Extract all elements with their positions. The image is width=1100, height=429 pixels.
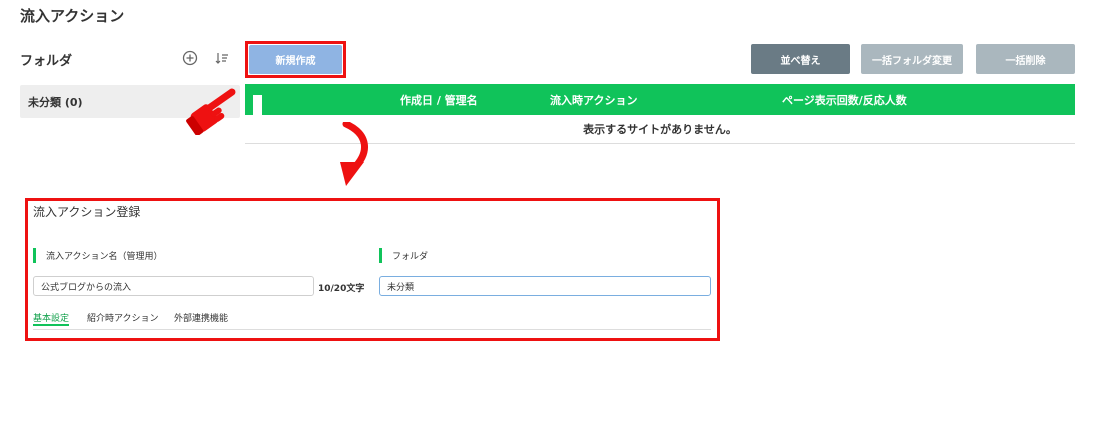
tab-referral-action[interactable]: 紹介時アクション <box>87 311 159 324</box>
action-name-input[interactable]: 公式ブログからの流入 <box>33 276 314 296</box>
sort-button[interactable]: 並べ替え <box>751 44 850 74</box>
folder-field-label: フォルダ <box>379 248 428 263</box>
action-name-value: 公式ブログからの流入 <box>41 282 132 293</box>
table-header: 作成日 / 管理名 流入時アクション ページ表示回数/反応人数 <box>245 84 1075 126</box>
sidebar-item-label: 未分類 (0) <box>28 95 83 109</box>
plus-circle-icon[interactable] <box>181 49 199 67</box>
column-created-name[interactable]: 作成日 / 管理名 <box>400 84 478 115</box>
character-counter: 10/20文字 <box>318 284 365 294</box>
form-title: 流入アクション登録 <box>33 205 141 219</box>
curved-arrow-icon <box>328 120 378 196</box>
bulk-folder-change-button[interactable]: 一括フォルダ変更 <box>861 44 963 74</box>
sort-icon[interactable] <box>213 49 231 67</box>
label-accent-bar <box>379 248 382 263</box>
folder-heading: フォルダ <box>20 54 73 69</box>
folder-select-value: 未分類 <box>387 282 415 293</box>
pointing-hand-icon <box>183 79 247 139</box>
column-inflow-action[interactable]: 流入時アクション <box>550 84 637 115</box>
highlight-box-new <box>245 41 346 78</box>
name-field-label: 流入アクション名（管理用） <box>33 248 163 263</box>
folder-label-text: フォルダ <box>392 252 429 262</box>
bulk-delete-button[interactable]: 一括削除 <box>976 44 1075 74</box>
tab-divider <box>33 329 711 330</box>
label-accent-bar <box>33 248 36 263</box>
tab-basic-settings[interactable]: 基本設定 <box>33 311 69 324</box>
folder-select[interactable]: 未分類 <box>379 276 711 296</box>
column-pageviews-reactions[interactable]: ページ表示回数/反応人数 <box>782 84 907 115</box>
active-tab-indicator <box>33 324 69 326</box>
name-label-text: 流入アクション名（管理用） <box>46 252 163 262</box>
tab-external-integration[interactable]: 外部連携機能 <box>174 311 228 324</box>
page-title: 流入アクション <box>20 7 125 25</box>
